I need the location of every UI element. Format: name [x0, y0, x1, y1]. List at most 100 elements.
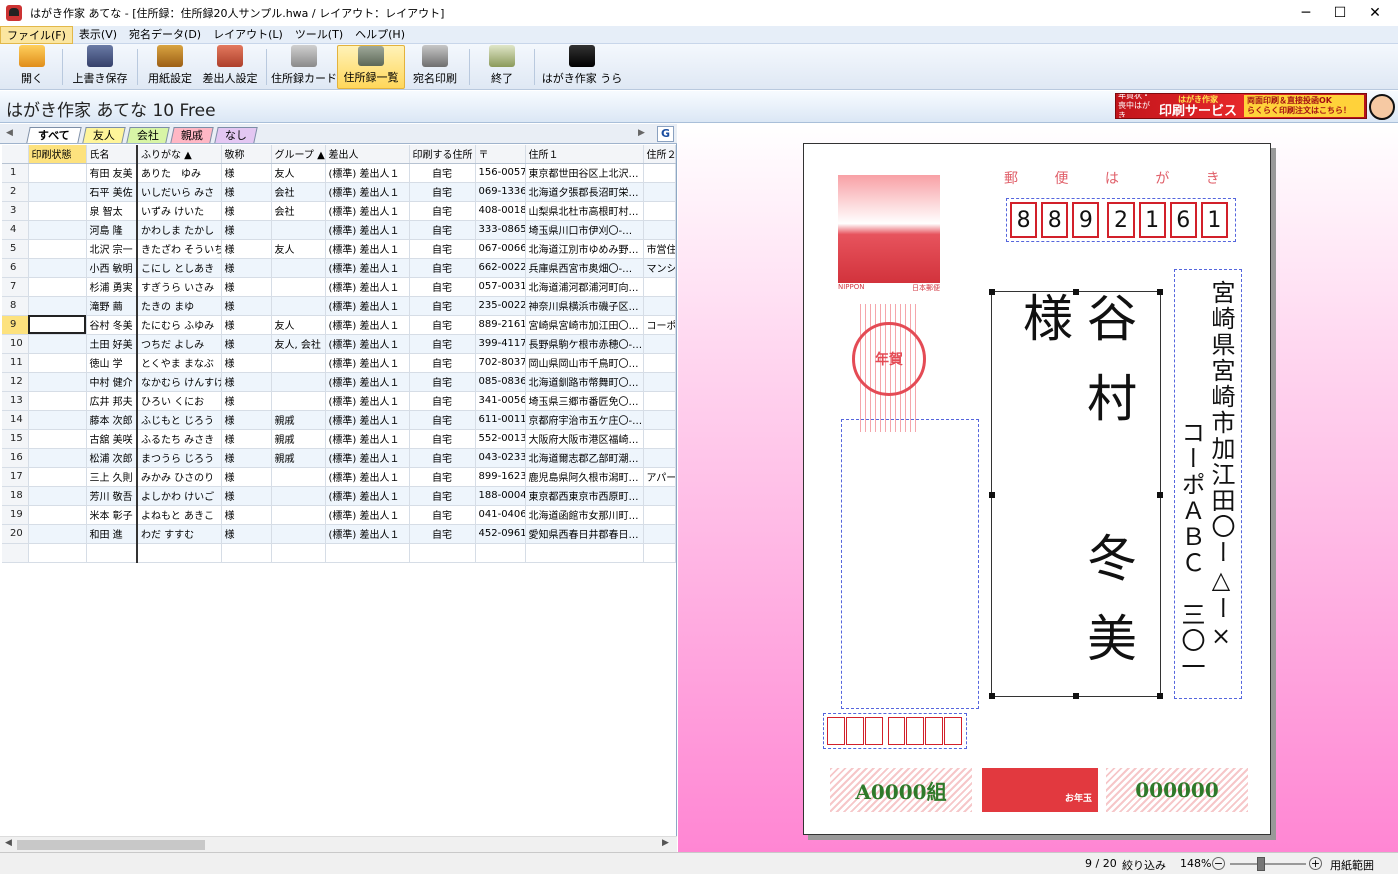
table-cell[interactable]: (標準) 差出人１: [325, 486, 410, 506]
table-cell[interactable]: [643, 391, 676, 411]
table-cell[interactable]: こにし としあき: [137, 258, 222, 278]
table-cell[interactable]: 043-0233: [475, 448, 526, 468]
table-cell[interactable]: いしだいら みさ: [137, 182, 222, 202]
tab-none[interactable]: なし: [214, 127, 258, 143]
table-cell[interactable]: 156-0057: [475, 163, 526, 183]
table-cell[interactable]: 様: [221, 296, 272, 316]
table-cell[interactable]: マンシ: [643, 258, 676, 278]
table-cell[interactable]: 様: [221, 505, 272, 525]
table-cell[interactable]: [643, 505, 676, 525]
table-cell[interactable]: 自宅: [409, 239, 476, 259]
resize-handle[interactable]: [1157, 492, 1163, 498]
table-cell[interactable]: 滝野 繭: [86, 296, 138, 316]
column-header[interactable]: グループ ▲: [271, 145, 326, 164]
zoom-slider-thumb[interactable]: [1257, 857, 1265, 871]
menu-address-data[interactable]: 宛名データ(D): [123, 26, 207, 44]
table-cell[interactable]: (標準) 差出人１: [325, 220, 410, 240]
zoom-out-icon[interactable]: −: [1212, 857, 1225, 870]
table-cell[interactable]: 様: [221, 410, 272, 430]
table-cell[interactable]: 北沢 宗一: [86, 239, 138, 259]
table-cell[interactable]: 北海道江別市ゆめみ野…: [525, 239, 644, 259]
table-cell[interactable]: [643, 524, 676, 544]
table-cell[interactable]: (標準) 差出人１: [325, 448, 410, 468]
table-cell[interactable]: 自宅: [409, 410, 476, 430]
table-row[interactable]: 2 石平 美佐 いしだいら みさ様会社 (標準) 差出人１ 自宅 069-1336 北海道夕…: [2, 182, 676, 202]
table-cell[interactable]: 神奈川県横浜市磯子区…: [525, 296, 644, 316]
column-header[interactable]: 〒: [475, 145, 526, 164]
table-cell[interactable]: [28, 239, 87, 259]
table-cell[interactable]: (標準) 差出人１: [325, 163, 410, 183]
table-cell[interactable]: 様: [221, 277, 272, 297]
table-cell[interactable]: (標準) 差出人１: [325, 315, 410, 335]
table-cell[interactable]: 様: [221, 334, 272, 354]
table-cell[interactable]: 自宅: [409, 372, 476, 392]
table-cell[interactable]: (標準) 差出人１: [325, 524, 410, 544]
table-row[interactable]: 11 徳山 学とくやま まなぶ様 (標準) 差出人１ 自宅 702-8037 岡山県岡山市…: [2, 353, 676, 373]
table-cell[interactable]: [2, 543, 29, 563]
table-cell[interactable]: [409, 543, 476, 563]
open-button[interactable]: 開く: [6, 45, 58, 89]
menu-file[interactable]: ファイル(F): [0, 25, 73, 44]
table-cell[interactable]: [28, 543, 87, 563]
table-cell[interactable]: 自宅: [409, 486, 476, 506]
table-cell[interactable]: 河島 隆: [86, 220, 138, 240]
recipient-address-field[interactable]: 宮崎県宮崎市加江田〇ー△ー× コーポＡＢＣ 三〇一: [1174, 269, 1242, 699]
table-cell[interactable]: 古舘 美咲: [86, 429, 138, 449]
table-cell[interactable]: [271, 391, 326, 411]
table-cell[interactable]: [643, 429, 676, 449]
table-cell[interactable]: 自宅: [409, 220, 476, 240]
table-cell[interactable]: [28, 467, 87, 487]
table-row[interactable]: 20 和田 進わだ すすむ様 (標準) 差出人１ 自宅 452-0961 愛知県西春日井郡…: [2, 524, 676, 544]
table-cell[interactable]: 自宅: [409, 353, 476, 373]
table-row[interactable]: 8 滝野 繭たきの まゆ様 (標準) 差出人１ 自宅 235-0022 神奈川県横浜市磯子…: [2, 296, 676, 316]
tab-friends[interactable]: 友人: [82, 127, 126, 143]
table-cell[interactable]: (標準) 差出人１: [325, 505, 410, 525]
table-row[interactable]: 15 古舘 美咲 ふるたち みさき様親戚 (標準) 差出人１ 自宅 552-0013 大阪府…: [2, 429, 676, 449]
table-cell[interactable]: (標準) 差出人１: [325, 239, 410, 259]
table-cell[interactable]: 057-0031: [475, 277, 526, 297]
table-cell[interactable]: (標準) 差出人１: [325, 372, 410, 392]
table-cell[interactable]: [643, 334, 676, 354]
resize-handle[interactable]: [1157, 693, 1163, 699]
table-cell[interactable]: [28, 391, 87, 411]
resize-handle[interactable]: [989, 492, 995, 498]
table-cell[interactable]: 様: [221, 201, 272, 221]
table-cell[interactable]: [271, 353, 326, 373]
table-cell[interactable]: 様: [221, 524, 272, 544]
tab-scroll-left-icon[interactable]: ◀: [6, 128, 13, 138]
table-cell[interactable]: きたざわ そういち: [137, 239, 222, 259]
table-cell[interactable]: 様: [221, 163, 272, 183]
table-cell[interactable]: 鹿児島県阿久根市潟町…: [525, 467, 644, 487]
table-cell[interactable]: 市営住: [643, 239, 676, 259]
table-cell[interactable]: [271, 220, 326, 240]
table-cell[interactable]: アパート: [643, 467, 676, 487]
table-cell[interactable]: [221, 543, 272, 563]
table-cell[interactable]: [28, 429, 87, 449]
table-cell[interactable]: 有田 友美: [86, 163, 138, 183]
table-cell[interactable]: 様: [221, 258, 272, 278]
table-cell[interactable]: 愛知県西春日井郡春日…: [525, 524, 644, 544]
table-cell[interactable]: ありた ゆみ: [137, 163, 222, 183]
table-cell[interactable]: 自宅: [409, 391, 476, 411]
table-cell[interactable]: まつうら じろう: [137, 448, 222, 468]
table-cell[interactable]: [643, 543, 676, 563]
hagaki-ura-button[interactable]: はがき作家 うら: [539, 45, 625, 89]
table-row[interactable]: 7 杉浦 勇実 すぎうら いさみ様 (標準) 差出人１ 自宅 057-0031 北海道浦河郡…: [2, 277, 676, 297]
table-cell[interactable]: 米本 彰子: [86, 505, 138, 525]
table-cell[interactable]: 北海道函館市女那川町…: [525, 505, 644, 525]
table-cell[interactable]: つちだ よしみ: [137, 334, 222, 354]
table-cell[interactable]: (標準) 差出人１: [325, 277, 410, 297]
table-cell[interactable]: 石平 美佐: [86, 182, 138, 202]
table-row[interactable]: 12 中村 健介 なかむら けんすけ様 (標準) 差出人１ 自宅 085-0836 北海道釧…: [2, 372, 676, 392]
table-row[interactable]: 13 広井 邦夫 ひろい くにお様 (標準) 差出人１ 自宅 341-0056 埼玉県三郷市…: [2, 391, 676, 411]
table-cell[interactable]: [28, 220, 87, 240]
column-header[interactable]: 住所２: [643, 145, 676, 164]
table-cell[interactable]: 様: [221, 391, 272, 411]
table-cell[interactable]: 235-0022: [475, 296, 526, 316]
table-cell[interactable]: 中村 健介: [86, 372, 138, 392]
table-cell[interactable]: 北海道釧路市幣舞町〇…: [525, 372, 644, 392]
table-cell[interactable]: 会社: [271, 182, 326, 202]
table-cell[interactable]: [28, 277, 87, 297]
table-cell[interactable]: [643, 372, 676, 392]
table-cell[interactable]: 188-0004: [475, 486, 526, 506]
